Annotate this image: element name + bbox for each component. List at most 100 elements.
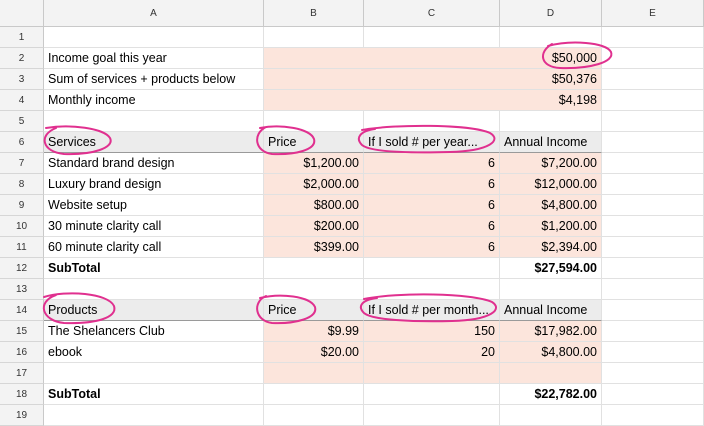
cell-a9[interactable]: Website setup	[44, 195, 264, 216]
cell-c17[interactable]	[364, 363, 500, 384]
select-all-corner[interactable]	[0, 0, 44, 27]
cell-b11[interactable]: $399.00	[264, 237, 364, 258]
row-header-10[interactable]: 10	[0, 216, 44, 237]
cell-c18[interactable]	[364, 384, 500, 405]
cell-a8[interactable]: Luxury brand design	[44, 174, 264, 195]
cell-a2[interactable]: Income goal this year	[44, 48, 264, 69]
cell-e7[interactable]	[602, 153, 704, 174]
cell-c1[interactable]	[364, 27, 500, 48]
cell-e8[interactable]	[602, 174, 704, 195]
cell-a19[interactable]	[44, 405, 264, 426]
cell-b10[interactable]: $200.00	[264, 216, 364, 237]
cell-b17[interactable]	[264, 363, 364, 384]
cell-b1[interactable]	[264, 27, 364, 48]
row-header-5[interactable]: 5	[0, 111, 44, 132]
cell-c5[interactable]	[364, 111, 500, 132]
cell-b2-d2-merged[interactable]: $50,000	[264, 48, 602, 69]
cell-c11[interactable]: 6	[364, 237, 500, 258]
column-header-b[interactable]: B	[264, 0, 364, 27]
cell-a13[interactable]	[44, 279, 264, 300]
cell-b19[interactable]	[264, 405, 364, 426]
cell-d8[interactable]: $12,000.00	[500, 174, 602, 195]
row-header-13[interactable]: 13	[0, 279, 44, 300]
cell-e16[interactable]	[602, 342, 704, 363]
cell-e12[interactable]	[602, 258, 704, 279]
column-header-c[interactable]: C	[364, 0, 500, 27]
row-header-4[interactable]: 4	[0, 90, 44, 111]
cell-b5[interactable]	[264, 111, 364, 132]
cell-c15[interactable]: 150	[364, 321, 500, 342]
cell-a10[interactable]: 30 minute clarity call	[44, 216, 264, 237]
cell-d12-subtotal[interactable]: $27,594.00	[500, 258, 602, 279]
cell-d16[interactable]: $4,800.00	[500, 342, 602, 363]
cell-b12[interactable]	[264, 258, 364, 279]
cell-c14-qty-header[interactable]: If I sold # per month...	[364, 300, 500, 321]
cell-d1[interactable]	[500, 27, 602, 48]
cell-e11[interactable]	[602, 237, 704, 258]
cell-b6-price-header[interactable]: Price	[264, 132, 364, 153]
cell-d10[interactable]: $1,200.00	[500, 216, 602, 237]
row-header-16[interactable]: 16	[0, 342, 44, 363]
cell-b9[interactable]: $800.00	[264, 195, 364, 216]
cell-d18-subtotal[interactable]: $22,782.00	[500, 384, 602, 405]
cell-e18[interactable]	[602, 384, 704, 405]
cell-c13[interactable]	[364, 279, 500, 300]
cell-d13[interactable]	[500, 279, 602, 300]
cell-a11[interactable]: 60 minute clarity call	[44, 237, 264, 258]
cell-c7[interactable]: 6	[364, 153, 500, 174]
column-header-a[interactable]: A	[44, 0, 264, 27]
cell-e3[interactable]	[602, 69, 704, 90]
cell-d15[interactable]: $17,982.00	[500, 321, 602, 342]
cell-c10[interactable]: 6	[364, 216, 500, 237]
cell-e2[interactable]	[602, 48, 704, 69]
cell-e17[interactable]	[602, 363, 704, 384]
column-header-e[interactable]: E	[602, 0, 704, 27]
cell-a17[interactable]	[44, 363, 264, 384]
cell-a18-subtotal-label[interactable]: SubTotal	[44, 384, 264, 405]
row-header-3[interactable]: 3	[0, 69, 44, 90]
row-header-6[interactable]: 6	[0, 132, 44, 153]
row-header-1[interactable]: 1	[0, 27, 44, 48]
row-header-18[interactable]: 18	[0, 384, 44, 405]
cell-d9[interactable]: $4,800.00	[500, 195, 602, 216]
row-header-2[interactable]: 2	[0, 48, 44, 69]
cell-e10[interactable]	[602, 216, 704, 237]
cell-b4-d4-merged[interactable]: $4,198	[264, 90, 602, 111]
cell-c8[interactable]: 6	[364, 174, 500, 195]
cell-a15[interactable]: The Shelancers Club	[44, 321, 264, 342]
cell-c9[interactable]: 6	[364, 195, 500, 216]
row-header-15[interactable]: 15	[0, 321, 44, 342]
cell-e4[interactable]	[602, 90, 704, 111]
cell-b3-d3-merged[interactable]: $50,376	[264, 69, 602, 90]
row-header-12[interactable]: 12	[0, 258, 44, 279]
cell-b15[interactable]: $9.99	[264, 321, 364, 342]
cell-a7[interactable]: Standard brand design	[44, 153, 264, 174]
cell-a1[interactable]	[44, 27, 264, 48]
cell-d5[interactable]	[500, 111, 602, 132]
row-header-19[interactable]: 19	[0, 405, 44, 426]
cell-e14[interactable]	[602, 300, 704, 321]
cell-a3[interactable]: Sum of services + products below	[44, 69, 264, 90]
cell-b7[interactable]: $1,200.00	[264, 153, 364, 174]
cell-c19[interactable]	[364, 405, 500, 426]
cell-a16[interactable]: ebook	[44, 342, 264, 363]
cell-d6-annual-header[interactable]: Annual Income	[500, 132, 602, 153]
cell-b14-price-header[interactable]: Price	[264, 300, 364, 321]
cell-b8[interactable]: $2,000.00	[264, 174, 364, 195]
cell-a12-subtotal-label[interactable]: SubTotal	[44, 258, 264, 279]
cell-c16[interactable]: 20	[364, 342, 500, 363]
cell-e1[interactable]	[602, 27, 704, 48]
cell-b13[interactable]	[264, 279, 364, 300]
row-header-11[interactable]: 11	[0, 237, 44, 258]
cell-e9[interactable]	[602, 195, 704, 216]
row-header-7[interactable]: 7	[0, 153, 44, 174]
cell-a4[interactable]: Monthly income	[44, 90, 264, 111]
cell-c6-qty-header[interactable]: If I sold # per year...	[364, 132, 500, 153]
cell-e19[interactable]	[602, 405, 704, 426]
cell-e5[interactable]	[602, 111, 704, 132]
column-header-d[interactable]: D	[500, 0, 602, 27]
cell-a14-products-header[interactable]: Products	[44, 300, 264, 321]
cell-d14-annual-header[interactable]: Annual Income	[500, 300, 602, 321]
cell-b18[interactable]	[264, 384, 364, 405]
row-header-17[interactable]: 17	[0, 363, 44, 384]
